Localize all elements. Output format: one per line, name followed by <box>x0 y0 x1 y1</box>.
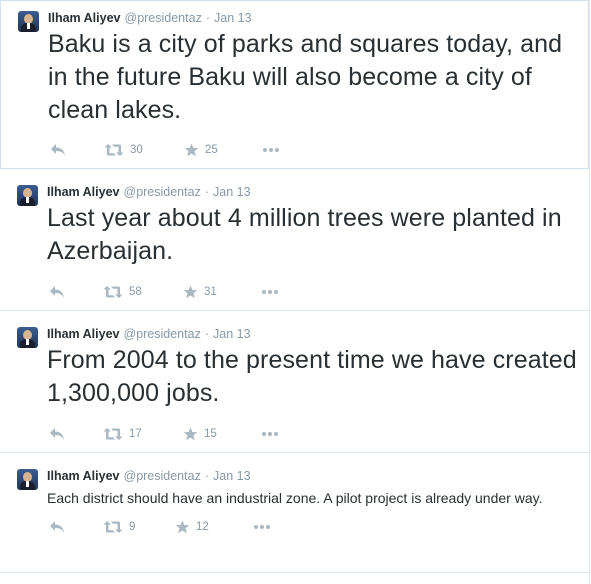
user-name[interactable]: Ilham Aliyev <box>47 469 120 483</box>
tweet-text: Baku is a city of parks and squares toda… <box>48 30 563 124</box>
tweet-timestamp[interactable]: Jan 13 <box>214 11 252 25</box>
tweet-actions: 58 31 <box>47 285 589 305</box>
retweet-icon <box>103 427 123 441</box>
reply-icon <box>49 427 65 441</box>
tweet-timestamp[interactable]: Jan 13 <box>213 185 251 199</box>
tweet-text: From 2004 to the present time we have cr… <box>47 346 577 407</box>
favorite-button[interactable]: 15 <box>183 427 217 441</box>
user-handle[interactable]: @presidentaz <box>124 469 201 483</box>
reply-icon <box>50 143 66 157</box>
separator: · <box>205 11 210 25</box>
reply-button[interactable] <box>49 427 65 441</box>
tweet-2[interactable]: Ilham Aliyev @presidentaz · Jan 13 Last yea… <box>0 169 589 311</box>
retweet-count: 30 <box>130 144 143 156</box>
retweet-button[interactable]: 58 <box>103 285 142 299</box>
retweet-button[interactable]: 30 <box>104 143 143 157</box>
more-icon <box>262 143 280 157</box>
tweet-text: Last year about 4 million trees were pla… <box>47 204 562 265</box>
avatar[interactable] <box>18 11 39 32</box>
retweet-count: 58 <box>129 286 142 298</box>
avatar[interactable] <box>17 185 38 206</box>
tweet-header: Ilham Aliyev @presidentaz · Jan 13 <box>47 453 589 484</box>
more-button[interactable] <box>253 520 271 534</box>
more-button[interactable] <box>261 285 279 299</box>
user-handle[interactable]: @presidentaz <box>124 185 201 199</box>
favorite-count: 31 <box>204 286 217 298</box>
user-name[interactable]: Ilham Aliyev <box>48 11 121 25</box>
tweet-timestamp[interactable]: Jan 13 <box>213 327 251 341</box>
tweet-actions: 17 15 <box>47 427 589 447</box>
reply-icon <box>49 285 65 299</box>
reply-button[interactable] <box>49 285 65 299</box>
more-icon <box>261 285 279 299</box>
favorite-button[interactable]: 12 <box>175 520 209 534</box>
retweet-button[interactable]: 9 <box>103 520 135 534</box>
retweet-button[interactable]: 17 <box>103 427 142 441</box>
separator: · <box>204 185 209 199</box>
tweet-text: Each district should have an industrial … <box>47 490 543 506</box>
favorite-count: 15 <box>204 428 217 440</box>
timeline: Ilham Aliyev @presidentaz · Jan 13 Baku is … <box>0 0 590 584</box>
tweet-header: Ilham Aliyev @presidentaz · Jan 13 <box>47 169 589 200</box>
more-button[interactable] <box>262 143 280 157</box>
more-icon <box>253 520 271 534</box>
separator: · <box>204 327 209 341</box>
star-icon <box>183 285 198 299</box>
tweet-3[interactable]: Ilham Aliyev @presidentaz · Jan 13 From 200… <box>0 311 589 453</box>
retweet-count: 9 <box>129 521 136 533</box>
favorite-count: 12 <box>196 521 209 533</box>
tweet-4[interactable]: Ilham Aliyev @presidentaz · Jan 13 Each dis… <box>0 453 589 573</box>
favorite-button[interactable]: 31 <box>183 285 217 299</box>
user-handle[interactable]: @presidentaz <box>125 11 202 25</box>
tweet-actions: 9 12 <box>47 520 589 540</box>
user-name[interactable]: Ilham Aliyev <box>47 185 120 199</box>
retweet-icon <box>104 143 124 157</box>
more-icon <box>261 427 279 441</box>
star-icon <box>184 143 199 157</box>
reply-button[interactable] <box>50 143 66 157</box>
tweet-header: Ilham Aliyev @presidentaz · Jan 13 <box>47 311 589 342</box>
reply-button[interactable] <box>49 520 65 534</box>
tweet-header: Ilham Aliyev @presidentaz · Jan 13 <box>48 1 588 26</box>
favorite-count: 25 <box>205 144 218 156</box>
reply-icon <box>49 520 65 534</box>
separator: · <box>204 469 209 483</box>
more-button[interactable] <box>261 427 279 441</box>
tweet-actions: 30 25 <box>48 143 588 163</box>
tweet-timestamp[interactable]: Jan 13 <box>213 469 251 483</box>
user-name[interactable]: Ilham Aliyev <box>47 327 120 341</box>
retweet-icon <box>103 520 123 534</box>
favorite-button[interactable]: 25 <box>184 143 218 157</box>
avatar[interactable] <box>17 327 38 348</box>
star-icon <box>183 427 198 441</box>
user-handle[interactable]: @presidentaz <box>124 327 201 341</box>
avatar[interactable] <box>17 469 38 490</box>
retweet-count: 17 <box>129 428 142 440</box>
star-icon <box>175 520 190 534</box>
tweet-1[interactable]: Ilham Aliyev @presidentaz · Jan 13 Baku is … <box>0 0 589 169</box>
retweet-icon <box>103 285 123 299</box>
